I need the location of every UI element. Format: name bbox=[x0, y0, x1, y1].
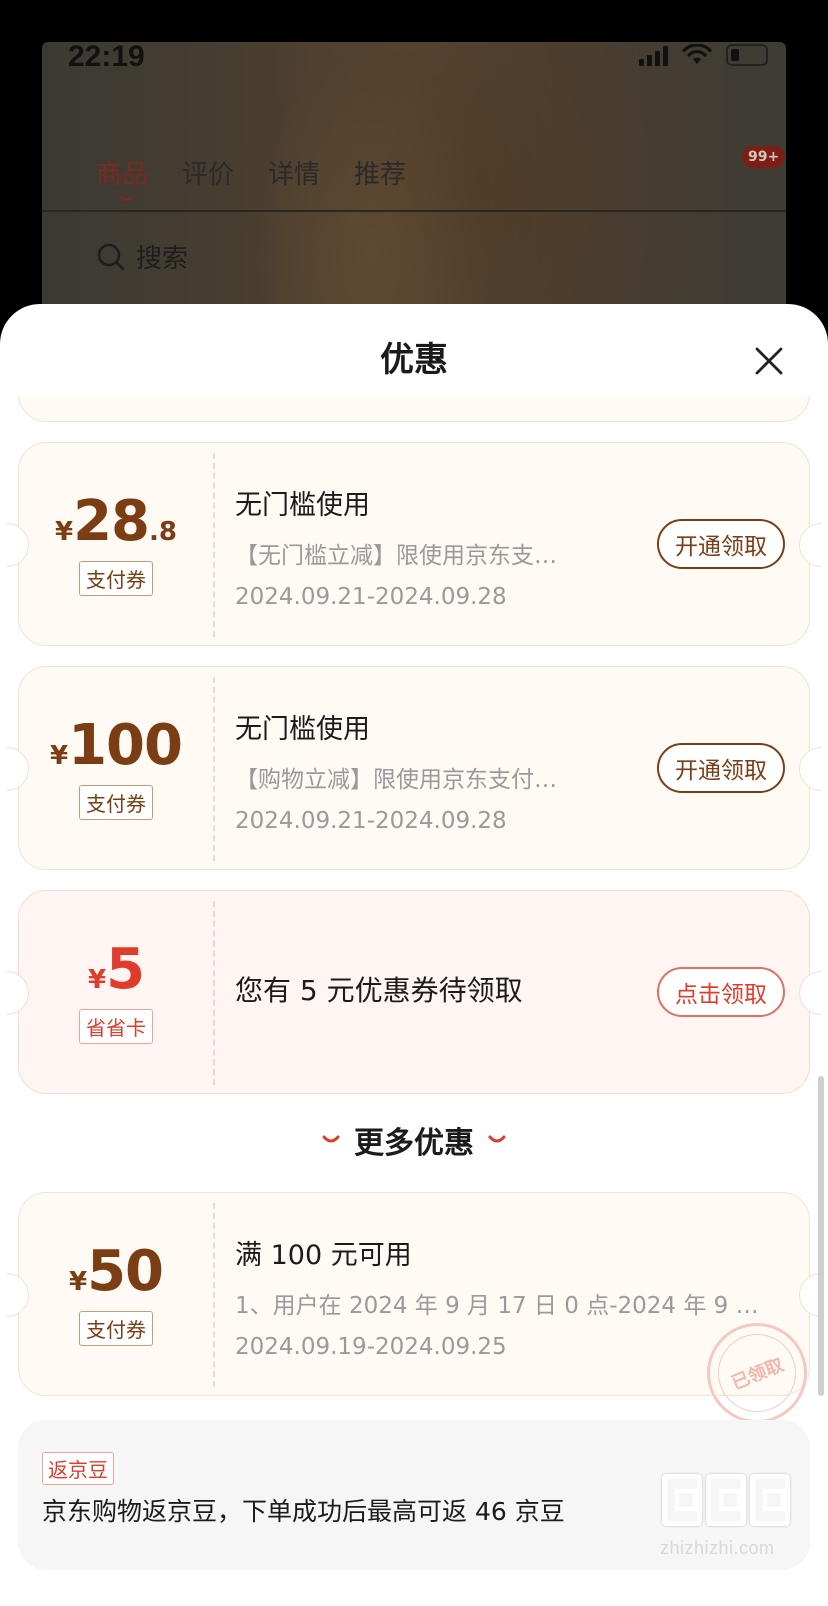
coupon-dates: 2024.09.19-2024.09.25 bbox=[235, 1334, 507, 1360]
offers-sheet: 优惠 ¥28.8 支付券 无门槛使用 【无门槛立减】限使用京东支… 2024.0… bbox=[0, 304, 828, 1606]
search-bar[interactable]: 搜索 bbox=[96, 238, 188, 275]
click-claim-button[interactable]: 点击领取 bbox=[657, 967, 785, 1017]
saver-card-coupon: ¥5 省省卡 您有 5 元优惠券待领取 点击领取 bbox=[7, 890, 821, 1094]
claimed-coupon-card: ¥50 支付券 满 100 元可用 1、用户在 2024 年 9 月 17 日 … bbox=[7, 1192, 823, 1439]
status-bar: 22:19 bbox=[42, 40, 786, 80]
coupon-title: 您有 5 元优惠券待领取 bbox=[235, 974, 523, 1007]
coupon-type-tag: 支付券 bbox=[79, 785, 153, 820]
wifi-icon bbox=[682, 44, 712, 64]
close-icon[interactable] bbox=[752, 344, 786, 378]
watermark-logo bbox=[662, 1474, 828, 1526]
coupon-card: ¥28.8 支付券 无门槛使用 【无门槛立减】限使用京东支… 2024.09.2… bbox=[7, 442, 821, 646]
sheet-title: 优惠 bbox=[380, 340, 448, 380]
coupon-title: 无门槛使用 bbox=[235, 490, 370, 521]
bean-rebate-tag: 返京豆 bbox=[42, 1452, 114, 1485]
coupon-info: 无门槛使用 【购物立减】限使用京东支付… 2024.09.21-2024.09.… bbox=[235, 707, 635, 834]
search-label: 搜索 bbox=[136, 244, 189, 274]
coupon-info: 您有 5 元优惠券待领取 bbox=[235, 969, 635, 1009]
coupon-description: 1、用户在 2024 年 9 月 17 日 0 点-2024 年 9 月… bbox=[235, 1293, 765, 1319]
coupon-title: 无门槛使用 bbox=[235, 714, 370, 745]
status-icons bbox=[639, 44, 768, 66]
coupon-type-tag: 支付券 bbox=[79, 1311, 153, 1346]
coupon-type-tag: 省省卡 bbox=[79, 1009, 153, 1044]
coupon-dates: 2024.09.21-2024.09.28 bbox=[235, 808, 507, 834]
scrollbar[interactable] bbox=[818, 1076, 824, 1396]
watermark-text: zhizhizhi.com bbox=[660, 1538, 775, 1558]
chevron-down-icon bbox=[322, 1135, 340, 1143]
coupon-amount: ¥5 bbox=[87, 937, 145, 1002]
product-tabs: 商品 评价 详情 推荐 bbox=[96, 154, 406, 201]
tab-recommend[interactable]: 推荐 bbox=[354, 154, 406, 191]
coupon-title: 满 100 元可用 bbox=[235, 1240, 412, 1271]
bean-rebate-text: 京东购物返京豆，下单成功后最高可返 46 京豆 bbox=[42, 1497, 565, 1526]
activate-claim-button[interactable]: 开通领取 bbox=[657, 519, 785, 569]
battery-icon bbox=[726, 44, 768, 66]
partial-coupon-card bbox=[18, 396, 810, 422]
more-offers-label: 更多优惠 bbox=[354, 1126, 474, 1161]
coupon-type-tag: 支付券 bbox=[79, 561, 153, 596]
message-badge[interactable]: 99+ bbox=[742, 146, 786, 168]
chevron-down-icon bbox=[488, 1135, 506, 1143]
product-page-backdrop: 22:19 商品 评价 详情 推荐 99+ 搜索 bbox=[0, 0, 828, 342]
product-photo bbox=[42, 42, 786, 342]
offers-scroll-area[interactable]: ¥28.8 支付券 无门槛使用 【无门槛立减】限使用京东支… 2024.09.2… bbox=[0, 396, 828, 1606]
coupon-amount: ¥50 bbox=[68, 1239, 164, 1304]
coupon-dates: 2024.09.21-2024.09.28 bbox=[235, 584, 507, 610]
search-icon bbox=[97, 243, 125, 270]
tab-product[interactable]: 商品 bbox=[96, 154, 148, 201]
coupon-info: 无门槛使用 【无门槛立减】限使用京东支… 2024.09.21-2024.09.… bbox=[235, 483, 635, 610]
coupon-amount: ¥100 bbox=[50, 713, 183, 778]
activate-claim-button[interactable]: 开通领取 bbox=[657, 743, 785, 793]
coupon-card: ¥100 支付券 无门槛使用 【购物立减】限使用京东支付… 2024.09.21… bbox=[7, 666, 821, 870]
tab-reviews[interactable]: 评价 bbox=[182, 154, 234, 191]
status-time: 22:19 bbox=[68, 40, 145, 73]
coupon-info: 满 100 元可用 1、用户在 2024 年 9 月 17 日 0 点-2024… bbox=[235, 1233, 765, 1360]
coupon-amount: ¥28.8 bbox=[55, 489, 177, 554]
signal-icon bbox=[639, 44, 668, 66]
claimed-stamp: 已领取 bbox=[691, 1307, 823, 1439]
coupon-description: 【购物立减】限使用京东支付… bbox=[235, 767, 557, 793]
header-divider bbox=[42, 210, 786, 212]
tab-details[interactable]: 详情 bbox=[268, 154, 320, 191]
coupon-description: 【无门槛立减】限使用京东支… bbox=[235, 543, 557, 569]
more-offers-divider[interactable]: 更多优惠 bbox=[0, 1118, 828, 1162]
watermark: zhizhizhi.com bbox=[660, 1474, 828, 1606]
